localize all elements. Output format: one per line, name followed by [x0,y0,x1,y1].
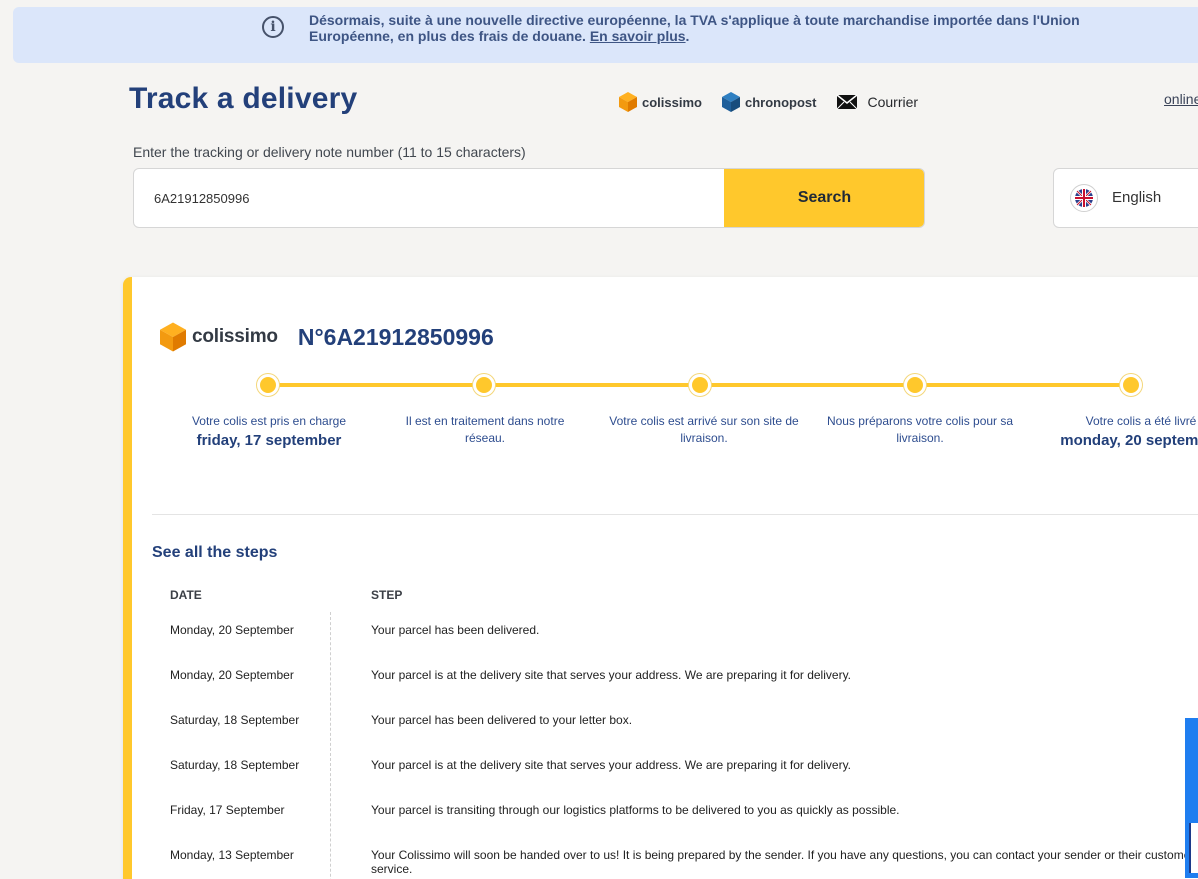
row-step: Your parcel has been delivered to your l… [371,713,633,727]
language-label: English [1112,189,1162,206]
banner-text: Désormais, suite à une nouvelle directiv… [309,12,1080,44]
colissimo-box-icon [160,322,186,352]
language-selector[interactable]: English [1053,168,1198,228]
progress-step-dot [473,374,495,396]
row-date: Monday, 20 September [170,668,294,682]
row-step: Your parcel is at the delivery site that… [371,758,852,772]
progress-step-text: Votre colis est arrivé sur son site de l… [609,414,799,445]
progress-step-date: friday, 17 september [196,432,342,449]
banner-message: Désormais, suite à une nouvelle directiv… [309,12,1080,44]
progress-step-text: Votre colis a été livré [1085,414,1197,428]
see-all-steps-heading[interactable]: See all the steps [152,544,277,562]
row-date: Saturday, 18 September [170,713,300,727]
brand-courrier-label: Courrier [867,94,919,110]
brand-links: colissimo chronopost Courrier [619,91,938,113]
progress-step-dot [1120,374,1142,396]
parcel-number: N°6A21912850996 [297,323,494,350]
search-form: Search [133,168,925,228]
parcel-header: colissimo N°6A21912850996 [160,322,494,352]
row-date: Monday, 13 September [170,848,294,862]
brand-chronopost-label: chronopost [744,94,817,110]
brand-colissimo-label: colissimo [642,94,702,110]
info-banner: i Désormais, suite à une nouvelle direct… [13,7,1198,63]
uk-flag-icon [1070,184,1098,212]
online-link[interactable]: online [1164,91,1198,107]
progress-step: Votre colis a été livré monday, 20 septe… [1036,413,1198,449]
row-step: Your Colissimo will soon be handed over … [371,848,1195,876]
column-header-step: STEP [371,588,403,602]
column-header-date: DATE [170,588,202,602]
progress-step-text: Nous préparons votre colis pour sa livra… [826,414,1014,445]
banner-learn-more-link[interactable]: En savoir plus [590,28,686,44]
envelope-icon [837,94,858,110]
tracking-number-input[interactable] [134,169,724,227]
search-label: Enter the tracking or delivery note numb… [133,144,526,160]
progress-step-dot [689,374,711,396]
carrier-name: colissimo [192,326,278,347]
brand-courrier[interactable]: Courrier [836,94,918,110]
brand-chronopost[interactable]: chronopost [721,92,817,112]
progress-step-text: Votre colis est pris en charge [191,414,347,428]
timeline-divider [330,612,331,879]
page-title: Track a delivery [129,82,358,115]
progress-step: Votre colis est pris en charge friday, 1… [174,413,364,449]
info-icon: i [262,16,284,38]
colissimo-box-icon [619,92,637,112]
brand-colissimo[interactable]: colissimo [619,92,702,112]
chat-widget-edge[interactable] [1185,718,1198,878]
progress-step: Nous préparons votre colis pour sa livra… [821,413,1019,447]
progress-step-dot [904,374,926,396]
progress-step-text: Il est en traitement dans notre réseau. [405,414,565,445]
progress-step-dot [257,374,279,396]
tracking-card: colissimo N°6A21912850996 Votre colis es… [123,277,1198,879]
search-button[interactable]: Search [724,169,924,227]
progress-step: Votre colis est arrivé sur son site de l… [605,413,803,447]
divider [152,514,1198,515]
row-date: Friday, 17 September [170,803,285,817]
row-step: Your parcel is transiting through our lo… [371,803,900,817]
row-step: Your parcel is at the delivery site that… [371,668,852,682]
row-date: Saturday, 18 September [170,758,300,772]
progress-step: Il est en traitement dans notre réseau. [390,413,580,447]
row-date: Monday, 20 September [170,623,294,637]
chronopost-box-icon [721,92,740,112]
progress-step-date: monday, 20 september [1060,432,1198,449]
row-step: Your parcel has been delivered. [371,623,540,637]
